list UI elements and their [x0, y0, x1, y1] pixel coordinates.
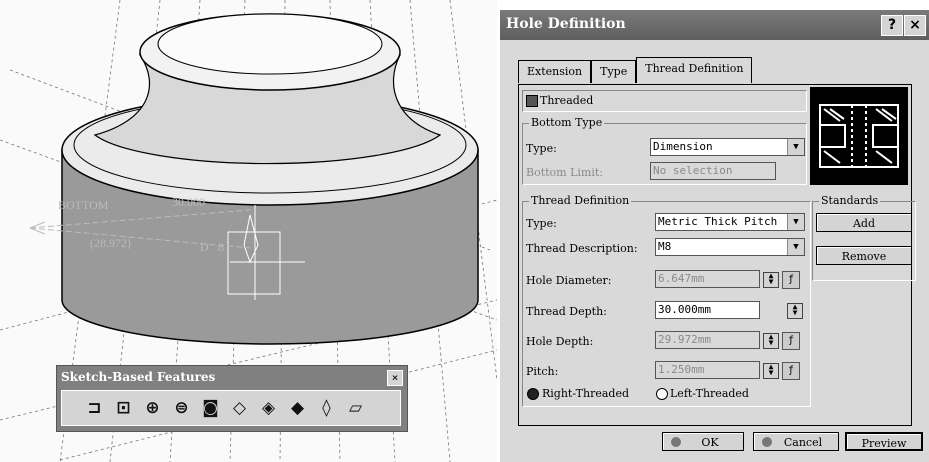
loft-icon[interactable]: ◊	[314, 395, 339, 421]
bottom-limit-label: Bottom Limit:	[526, 166, 603, 179]
slot-icon[interactable]: ◈	[256, 395, 281, 421]
help-button[interactable]: ?	[881, 15, 903, 36]
rib-icon[interactable]: ◇	[227, 395, 252, 421]
preview-button[interactable]: Preview	[845, 432, 923, 451]
thread-description-select[interactable]: M8 ▼	[655, 238, 805, 256]
hole-icon[interactable]: ◙	[198, 395, 223, 421]
groove-icon[interactable]: ⊜	[169, 395, 194, 421]
standards-title: Standards	[819, 194, 881, 207]
bottom-type-select[interactable]: Dimension ▼	[650, 138, 805, 156]
tab-strip: Extension Type Thread Definition	[518, 57, 753, 84]
bottom-limit-field: No selection	[650, 162, 776, 180]
threaded-checkbox[interactable]	[526, 95, 538, 107]
dimension-bottom-label: BOTTOM	[58, 198, 109, 212]
threaded-label: Threaded	[540, 94, 594, 107]
3d-viewport[interactable]: BOTTOM 30.000 (28.972) D 8 Sketch-Based …	[0, 0, 497, 462]
sketch-based-features-toolbar[interactable]: Sketch-Based Features × ⊐ ⊡ ⊕ ⊜ ◙ ◇ ◈ ◆ …	[56, 365, 408, 432]
left-threaded-radio[interactable]	[656, 388, 668, 400]
tab-type[interactable]: Type	[591, 60, 637, 83]
add-button[interactable]: Add	[816, 213, 912, 232]
hole-preview-image	[810, 87, 908, 185]
bottom-type-title: Bottom Type	[529, 116, 605, 129]
right-threaded-radio[interactable]	[527, 388, 539, 400]
bottom-type-label: Type:	[526, 142, 557, 155]
spinner-icon[interactable]: ▲ ▼	[787, 303, 803, 319]
thread-depth-field[interactable]: 30.000mm	[655, 301, 760, 319]
ok-button[interactable]: OK	[662, 432, 744, 451]
ok-icon	[671, 437, 681, 447]
tab-extension[interactable]: Extension	[518, 60, 592, 83]
dimension-diameter-label: D	[200, 240, 209, 254]
formula-icon[interactable]: ƒ	[782, 332, 800, 350]
formula-icon[interactable]: ƒ	[782, 362, 800, 380]
chevron-down-icon[interactable]: ▼	[787, 239, 804, 255]
cancel-button[interactable]: Cancel	[753, 432, 839, 451]
tab-thread-definition[interactable]: Thread Definition	[636, 57, 753, 83]
thread-definition-title: Thread Definition	[529, 194, 632, 207]
toolbar-icon-row: ⊐ ⊡ ⊕ ⊜ ◙ ◇ ◈ ◆ ◊ ▱	[61, 390, 401, 426]
toolbar-close-button[interactable]: ×	[387, 370, 403, 386]
spinner-icon: ▲ ▼	[763, 363, 779, 379]
pocket-icon[interactable]: ⊡	[111, 395, 136, 421]
stiffener-icon[interactable]: ◆	[285, 395, 310, 421]
thread-description-label: Thread Description:	[526, 242, 638, 255]
thread-description-value: M8	[658, 240, 672, 253]
bottom-type-value: Dimension	[653, 140, 713, 153]
shaft-icon[interactable]: ⊕	[140, 395, 165, 421]
dialog-titlebar[interactable]: Hole Definition ? ×	[500, 10, 929, 40]
ok-label: OK	[701, 436, 719, 449]
cancel-label: Cancel	[783, 436, 823, 449]
dialog-title: Hole Definition	[506, 16, 626, 32]
toolbar-title: Sketch-Based Features	[61, 370, 216, 384]
right-threaded-label: Right-Threaded	[542, 387, 630, 400]
left-threaded-label: Left-Threaded	[670, 387, 749, 400]
close-button[interactable]: ×	[904, 15, 926, 36]
thread-depth-label: Thread Depth:	[526, 305, 607, 318]
spinner-icon: ▲ ▼	[763, 272, 779, 288]
dimension-diameter-value[interactable]: 8	[218, 240, 224, 255]
chevron-down-icon[interactable]: ▼	[787, 139, 804, 155]
pitch-label: Pitch:	[526, 365, 559, 378]
thread-type-label: Type:	[526, 217, 557, 230]
pad-icon[interactable]: ⊐	[82, 395, 107, 421]
chevron-down-icon[interactable]: ▼	[787, 214, 804, 230]
hole-depth-label: Hole Depth:	[526, 335, 594, 348]
removed-loft-icon[interactable]: ▱	[343, 395, 368, 421]
dimension-hole-depth-value[interactable]: (28.972)	[90, 236, 131, 251]
thread-type-value: Metric Thick Pitch	[658, 215, 778, 228]
cancel-icon	[762, 437, 772, 447]
remove-button[interactable]: Remove	[816, 246, 912, 265]
hole-depth-field: 29.972mm	[655, 331, 760, 349]
dimension-depth-value[interactable]: 30.000	[172, 195, 205, 210]
hole-definition-dialog: Hole Definition ? × Extension Type Threa…	[500, 10, 929, 462]
thread-type-select[interactable]: Metric Thick Pitch ▼	[655, 213, 805, 231]
spinner-icon: ▲ ▼	[763, 333, 779, 349]
hole-diameter-label: Hole Diameter:	[526, 274, 612, 287]
formula-icon[interactable]: ƒ	[782, 271, 800, 289]
pitch-field: 1.250mm	[655, 361, 760, 379]
hole-diameter-field: 6.647mm	[655, 270, 760, 288]
